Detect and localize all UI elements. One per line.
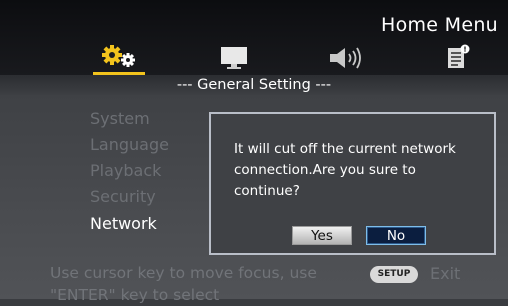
- dialog-message: It will cut off the current network conn…: [234, 139, 484, 202]
- hint-line-2: "ENTER" key to select: [50, 286, 220, 304]
- exit-label: Exit: [430, 264, 461, 283]
- section-title: --- General Setting ---: [0, 75, 508, 95]
- setup-key-badge: SETUP: [370, 266, 418, 283]
- tab-general-setting[interactable]: [101, 44, 141, 74]
- dialog-message-line-1: It will cut off the current network: [234, 141, 456, 157]
- speaker-icon: [330, 47, 361, 69]
- menu-item-security[interactable]: Security: [90, 187, 156, 206]
- yes-button[interactable]: Yes: [292, 226, 352, 245]
- hint-line-1: Use cursor key to move focus, use: [50, 264, 317, 282]
- document-info-icon: [448, 44, 470, 68]
- tab-info[interactable]: [444, 44, 472, 76]
- menu-item-language[interactable]: Language: [90, 135, 169, 154]
- tab-audio[interactable]: [328, 46, 364, 74]
- no-button[interactable]: No: [366, 226, 426, 245]
- menu-item-network[interactable]: Network: [90, 214, 157, 233]
- monitor-icon: [221, 47, 247, 69]
- gear-icon: [102, 45, 135, 67]
- dialog-message-line-2: connection.Are you sure to continue?: [234, 162, 416, 199]
- menu-item-system[interactable]: System: [90, 109, 150, 128]
- tab-display[interactable]: [219, 45, 249, 75]
- menu-item-playback[interactable]: Playback: [90, 161, 161, 180]
- menu-title: Home Menu: [380, 14, 498, 36]
- navigation-hint: Use cursor key to move focus, use "ENTER…: [50, 262, 330, 306]
